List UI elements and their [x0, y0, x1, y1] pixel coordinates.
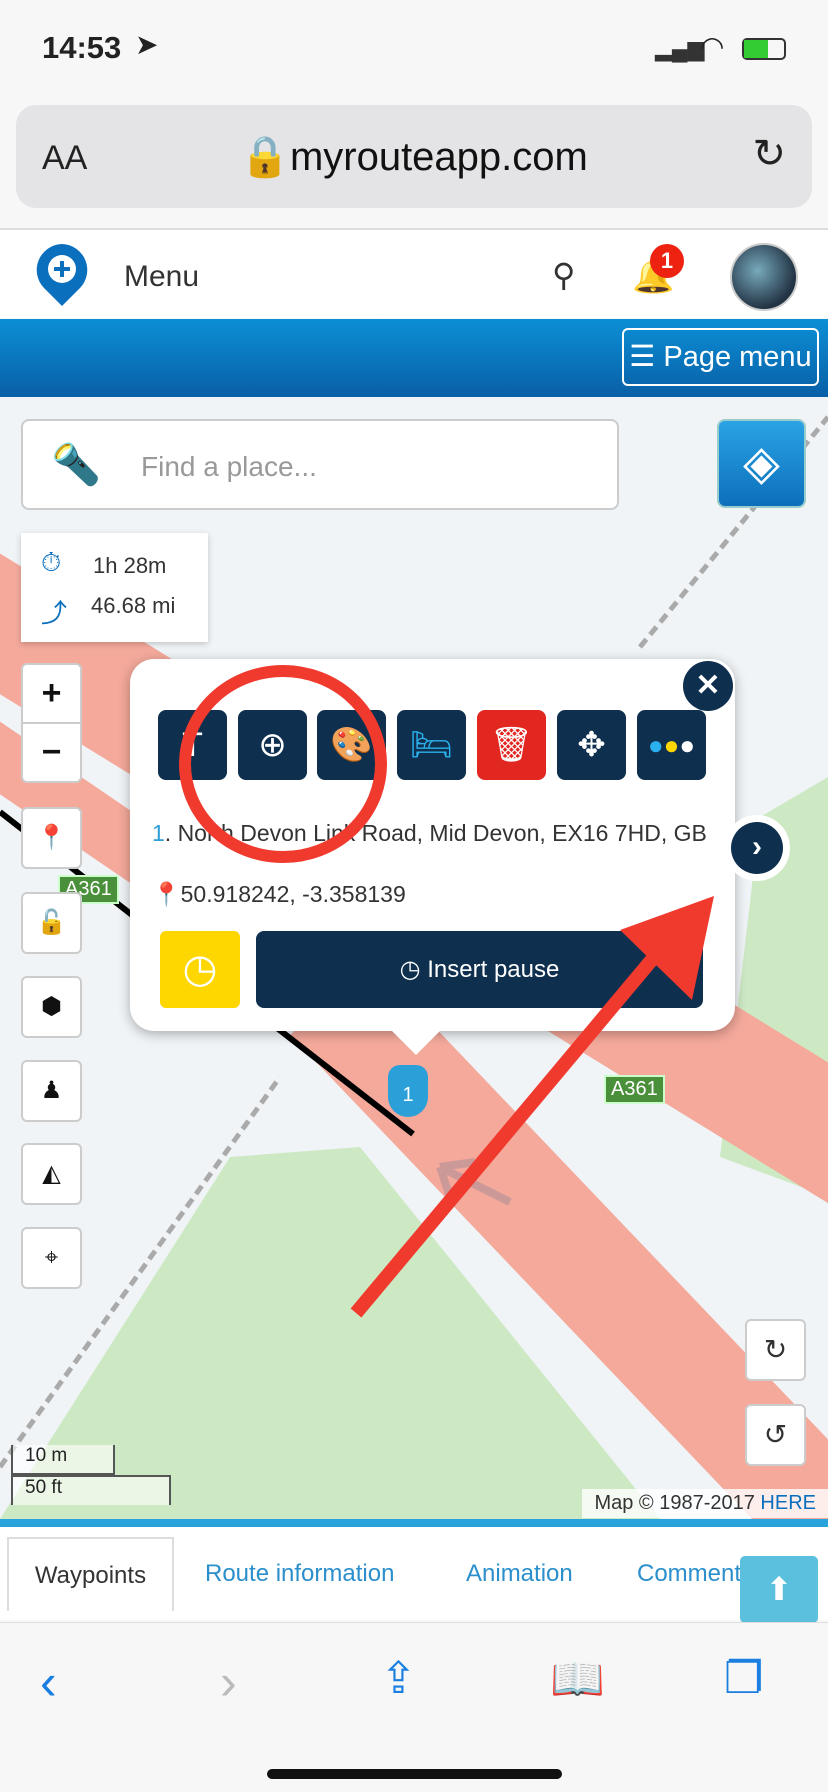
street-view-icon[interactable]: ♟: [21, 1060, 82, 1122]
close-button[interactable]: ✕: [683, 661, 733, 711]
status-bar: 14:53 ➤ ▂▄▆ ◠: [0, 0, 828, 100]
layers-button[interactable]: ◈: [717, 419, 806, 508]
more-dots-icon: ●●●: [647, 730, 696, 760]
map-attribution: Map © 1987-2017 HERE: [582, 1489, 828, 1518]
share-icon[interactable]: ⇪: [380, 1653, 417, 1704]
zoom-in-button[interactable]: +: [23, 665, 80, 724]
next-waypoint-button[interactable]: ›: [731, 822, 783, 874]
pin-icon[interactable]: 📍: [21, 807, 82, 869]
trash-icon: 🗑: [489, 726, 534, 764]
search-placeholder: Find a place...: [141, 451, 317, 482]
distance: 46.68 mi: [91, 593, 176, 618]
scroll-top-button[interactable]: ⬆: [740, 1556, 818, 1623]
search-icon[interactable]: ⚲: [552, 256, 575, 294]
url[interactable]: myrouteapp.com: [290, 135, 588, 179]
waypoint-index: 1: [152, 820, 165, 846]
clock-icon: ◷: [399, 956, 428, 983]
unlock-icon[interactable]: 🔓: [21, 892, 82, 954]
scale-imperial: 50 ft: [11, 1475, 171, 1505]
url-text[interactable]: 🔒myrouteapp.com: [16, 133, 812, 180]
text-pencil-icon: T: [182, 726, 203, 764]
waypoint-address: 1. North Devon Link Road, Mid Devon, EX1…: [152, 817, 712, 849]
more-button[interactable]: ●●●: [637, 710, 706, 780]
color-button[interactable]: 🎨: [317, 710, 386, 780]
stopwatch-icon: ⏱: [41, 547, 62, 577]
overnight-button[interactable]: 🛏: [397, 710, 466, 780]
forward-icon[interactable]: ›: [220, 1653, 237, 1711]
wifi-icon: ◠: [700, 31, 725, 62]
move-icon: ✥: [577, 726, 606, 764]
page-bar: ☰ Page menu: [0, 319, 828, 397]
waypoint-marker[interactable]: 1: [388, 1065, 428, 1117]
myroute-logo-icon[interactable]: [34, 242, 90, 308]
lock-icon: 🔒: [240, 135, 290, 179]
bookmarks-icon[interactable]: 📖: [550, 1653, 605, 1705]
redo-icon[interactable]: ↻: [745, 1319, 806, 1381]
reload-icon[interactable]: ↻: [752, 131, 786, 177]
location-arrow-icon: ➤: [135, 29, 159, 60]
page-menu-button[interactable]: ☰ Page menu: [622, 328, 819, 386]
delete-button[interactable]: 🗑: [477, 710, 546, 780]
elevation-icon[interactable]: ◭: [21, 1143, 82, 1205]
waypoint-popup: ✕ T ⊕ 🎨 🛏 🗑 ✥ ●●● 1. North Devon Link Ro…: [130, 659, 735, 1055]
arrow-up-icon: ⬆: [765, 1571, 793, 1607]
crosshair-icon[interactable]: ⌖: [21, 1227, 82, 1289]
duration: 1h 28m: [93, 553, 167, 578]
tabs-icon[interactable]: ❐: [724, 1653, 763, 1704]
address-bar[interactable]: AA 🔒myrouteapp.com ↻: [16, 105, 812, 208]
battery-icon: [742, 38, 786, 60]
here-link[interactable]: HERE: [760, 1492, 816, 1514]
pause-timer-button[interactable]: ◷: [160, 931, 240, 1008]
scale-bar: 10 m 50 ft: [11, 1445, 171, 1507]
zoom-in-icon: ⊕: [258, 726, 287, 764]
cube-icon[interactable]: ⬢: [21, 976, 82, 1038]
notification-badge[interactable]: 1: [650, 244, 684, 278]
move-button[interactable]: ✥: [557, 710, 626, 780]
undo-icon[interactable]: ↺: [745, 1404, 806, 1466]
back-icon[interactable]: ‹: [40, 1653, 57, 1711]
site-header: Menu ⚲ 🔔 1: [0, 228, 828, 318]
browser-toolbar: ‹ › ⇪ 📖 ❐: [0, 1622, 828, 1792]
menu-button[interactable]: Menu: [124, 260, 199, 294]
route-icon: ⤴: [41, 598, 68, 628]
zoom-to-waypoint-button[interactable]: ⊕: [238, 710, 307, 780]
zoom-out-button[interactable]: −: [23, 724, 80, 781]
address-text: . North Devon Link Road, Mid Devon, EX16…: [164, 820, 707, 846]
tab-comments[interactable]: Comments: [637, 1537, 753, 1611]
clock-icon: ◷: [182, 947, 218, 991]
attribution-text: Map © 1987-2017: [594, 1492, 755, 1514]
home-indicator: [267, 1769, 562, 1779]
pin-icon: 📍: [152, 881, 181, 907]
palette-icon: 🎨: [330, 726, 373, 764]
zoom-control: + −: [21, 663, 82, 783]
clock: 14:53: [42, 30, 122, 65]
tab-bar: Waypoints Route information Animation Co…: [0, 1519, 828, 1623]
rename-waypoint-button[interactable]: T: [158, 710, 227, 780]
route-stats: ⏱ 1h 28m ⤴ 46.68 mi: [21, 533, 208, 642]
tab-waypoints[interactable]: Waypoints: [7, 1537, 174, 1611]
flashlight-search-icon: 🔦: [51, 443, 101, 487]
waypoint-number: 1: [402, 1084, 414, 1106]
avatar[interactable]: [730, 243, 798, 311]
insert-pause-label: Insert pause: [427, 956, 560, 983]
scale-metric: 10 m: [11, 1445, 115, 1475]
waypoint-coordinates: 📍50.918242, -3.358139: [152, 881, 406, 908]
search-input[interactable]: 🔦 Find a place...: [21, 419, 619, 510]
signal-icon: ▂▄▆: [655, 36, 705, 61]
insert-pause-button[interactable]: ◷ Insert pause: [256, 931, 703, 1008]
coordinates-text: 50.918242, -3.358139: [180, 881, 406, 907]
tab-route-information[interactable]: Route information: [205, 1537, 394, 1611]
road-label: A361: [604, 1075, 665, 1104]
bed-icon: 🛏: [409, 726, 454, 764]
tab-animation[interactable]: Animation: [466, 1537, 573, 1611]
